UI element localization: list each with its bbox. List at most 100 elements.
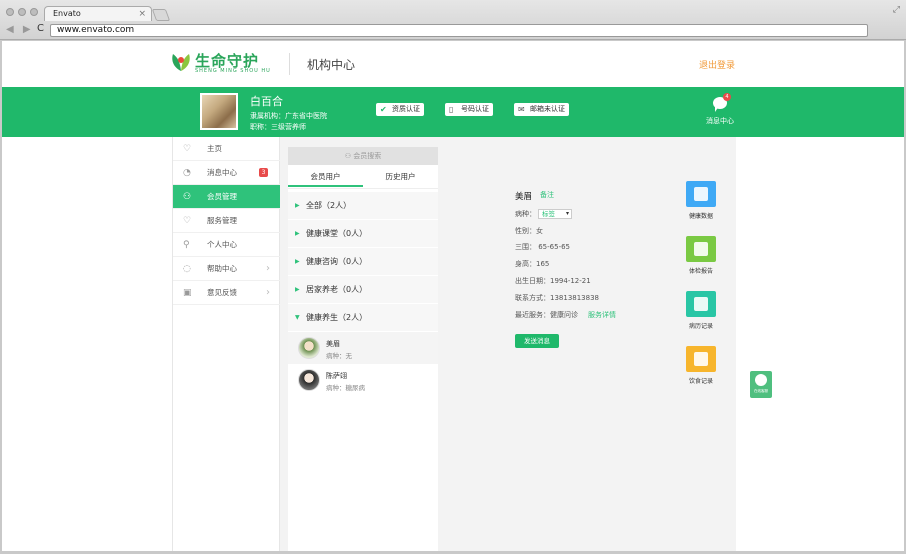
sidebar-item-label: 主页 xyxy=(207,144,222,153)
search-icon: ⚇ xyxy=(344,152,354,160)
group-label: 全部（2人） xyxy=(306,201,352,210)
header-divider xyxy=(289,53,290,75)
group-home-care[interactable]: ▶ 居家养老（0人） xyxy=(288,276,438,304)
report-icon xyxy=(694,242,708,256)
note-link[interactable]: 备注 xyxy=(540,190,554,200)
disease-select[interactable]: 标签 xyxy=(538,209,572,219)
sidebar-item-services[interactable]: ♡ 服务管理 xyxy=(173,209,280,233)
browser-chrome: Envato × ⤢ ◀ ▶ C www.envato.com xyxy=(0,0,906,40)
chevron-right-icon: › xyxy=(266,263,270,274)
health-data-label: 健康数据 xyxy=(688,213,713,220)
message-center-link[interactable]: 消息中心 xyxy=(706,116,734,126)
person-icon: ⚲ xyxy=(183,240,190,250)
member-name: 陈萨翊 xyxy=(326,372,347,380)
users-icon: ⚇ xyxy=(183,192,192,202)
avatar xyxy=(298,337,320,359)
medical-record-tile[interactable] xyxy=(686,291,716,317)
reload-icon[interactable]: C xyxy=(37,23,44,34)
list-item[interactable]: 美眉 病种：无 xyxy=(288,332,438,364)
heart-outline-icon: ♡ xyxy=(183,216,192,226)
sidebar-item-feedback[interactable]: ▣ 意见反馈 › xyxy=(173,281,280,305)
back-forward-icon[interactable]: ◀ ▶ xyxy=(6,24,34,35)
cert-phone-button[interactable]: ▯ 号码认证 xyxy=(445,103,493,116)
feedback-icon: ▣ xyxy=(183,288,192,298)
logout-link[interactable]: 退出登录 xyxy=(699,58,735,71)
user-title: 职称：三级营养师 xyxy=(250,123,306,131)
phone-icon: ▯ xyxy=(449,105,454,114)
lightbulb-icon: ◌ xyxy=(183,264,191,274)
sidebar-item-label: 消息中心 xyxy=(207,168,237,177)
sidebar-item-home[interactable]: ♡ 主页 xyxy=(173,137,280,161)
institution-title: 机构中心 xyxy=(307,58,356,72)
address-bar[interactable]: www.envato.com xyxy=(50,24,868,37)
member-disease: 病种：无 xyxy=(326,352,352,360)
sidebar-item-profile[interactable]: ⚲ 个人中心 xyxy=(173,233,280,257)
group-label: 健康养生（2人） xyxy=(306,313,368,322)
avatar xyxy=(298,369,320,391)
list-item[interactable]: 陈萨翊 病种：糖尿病 xyxy=(288,364,438,396)
group-all[interactable]: ▶ 全部（2人） xyxy=(288,192,438,220)
sidebar: ♡ 主页 ◔ 消息中心 3 ⚇ 会员管理 ♡ 服务管理 ⚲ 个人中心 ◌ 帮助中… xyxy=(172,137,280,551)
group-health-consult[interactable]: ▶ 健康咨询（0人） xyxy=(288,248,438,276)
cert-qualification-button[interactable]: ✔ 资质认证 xyxy=(376,103,424,116)
window-minimize-button[interactable] xyxy=(18,8,26,16)
checkup-report-tile[interactable] xyxy=(686,236,716,262)
tab-divider xyxy=(288,188,438,189)
send-message-button[interactable]: 发送消息 xyxy=(515,334,559,348)
tab-title: Envato xyxy=(53,9,81,18)
member-list-panel: ⚇ 会员搜索 会员用户 历史用户 ▶ 全部（2人） ▶ 健康课堂（0人） ▶ 健康咨询… xyxy=(288,147,438,551)
online-service-label: 在线客服 xyxy=(754,389,768,393)
tab-close-icon[interactable]: × xyxy=(138,7,146,21)
window-close-button[interactable] xyxy=(6,8,14,16)
browser-tab[interactable]: Envato × xyxy=(44,6,152,21)
bell-icon: ◔ xyxy=(183,168,191,178)
heart-icon: ♡ xyxy=(183,144,192,154)
birth-text: 出生日期：1994-12-21 xyxy=(515,277,591,285)
page: 生命守护 SHENG MING SHOU HU 机构中心 退出登录 白百合 隶属… xyxy=(2,41,904,551)
sidebar-item-members[interactable]: ⚇ 会员管理 xyxy=(173,185,280,209)
main-content: ♡ 主页 ◔ 消息中心 3 ⚇ 会员管理 ♡ 服务管理 ⚲ 个人中心 ◌ 帮助中… xyxy=(172,137,736,551)
sidebar-item-help[interactable]: ◌ 帮助中心 › xyxy=(173,257,280,281)
mail-icon: ✉ xyxy=(518,105,525,114)
window-maximize-button[interactable] xyxy=(30,8,38,16)
smiley-chat-icon xyxy=(755,374,767,386)
tab-history-users[interactable]: 历史用户 xyxy=(363,167,438,187)
caret-right-icon: ▶ xyxy=(295,230,300,237)
medical-kit-icon xyxy=(694,187,708,201)
recent-service-row: 最近服务：健康问诊 服务详情 xyxy=(515,310,616,320)
cert-qualification-label: 资质认证 xyxy=(392,105,420,113)
sidebar-item-label: 帮助中心 xyxy=(207,264,237,273)
group-wellness[interactable]: ▼ 健康养生（2人） xyxy=(288,304,438,332)
service-detail-link[interactable]: 服务详情 xyxy=(588,311,616,319)
disease-row: 病种： 标签 xyxy=(515,209,572,219)
group-health-class[interactable]: ▶ 健康课堂（0人） xyxy=(288,220,438,248)
user-avatar xyxy=(200,93,238,130)
health-data-tile[interactable] xyxy=(686,181,716,207)
sidebar-item-label: 个人中心 xyxy=(207,240,237,249)
sidebar-item-label: 意见反馈 xyxy=(207,288,237,297)
height-text: 身高：165 xyxy=(515,260,550,268)
online-service-widget[interactable]: 在线客服 xyxy=(750,371,772,398)
message-badge: 4 xyxy=(723,93,731,101)
document-edit-icon xyxy=(694,297,708,311)
member-disease: 病种：糖尿病 xyxy=(326,384,365,392)
new-tab-button[interactable] xyxy=(151,9,171,21)
group-label: 居家养老（0人） xyxy=(306,285,368,294)
caret-right-icon: ▶ xyxy=(295,286,300,293)
profile-band: 白百合 隶属机构：广东省中医院 职称：三级营养师 ✔ 资质认证 ▯ 号码认证 ✉… xyxy=(2,87,904,137)
message-count-badge: 3 xyxy=(259,168,268,177)
contact-text: 联系方式：13813813838 xyxy=(515,294,599,302)
fullscreen-icon[interactable]: ⤢ xyxy=(893,5,900,15)
diet-record-tile[interactable] xyxy=(686,346,716,372)
disease-label: 病种： xyxy=(515,210,536,218)
detail-name: 美眉 xyxy=(515,192,533,202)
leaf-logo-icon xyxy=(172,54,190,71)
member-name: 美眉 xyxy=(326,340,340,348)
gender-text: 性别：女 xyxy=(515,227,543,235)
cert-email-button[interactable]: ✉ 邮箱未认证 xyxy=(514,103,569,116)
tab-member-users[interactable]: 会员用户 xyxy=(288,167,363,187)
user-name: 白百合 xyxy=(250,95,283,108)
sidebar-item-messages[interactable]: ◔ 消息中心 3 xyxy=(173,161,280,185)
measurements-text: 三围： 65-65-65 xyxy=(515,243,570,251)
member-search-input[interactable]: ⚇ 会员搜索 xyxy=(288,147,438,165)
